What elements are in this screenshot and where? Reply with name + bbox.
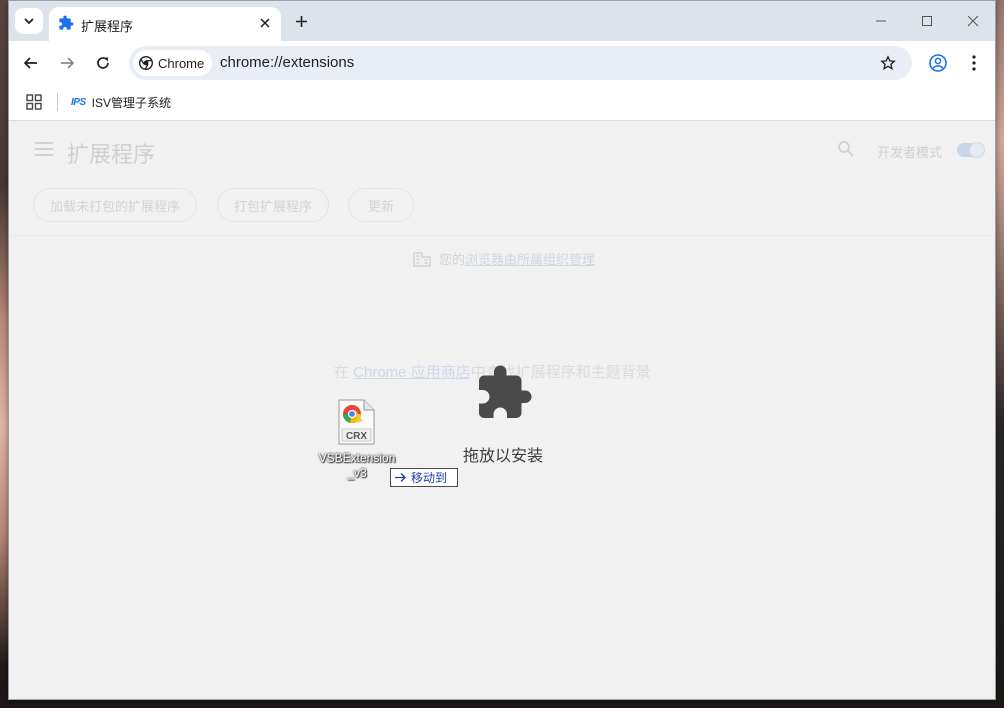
plus-icon	[295, 15, 307, 27]
drop-puzzle-icon	[479, 365, 532, 418]
load-unpacked-button[interactable]: 加载未打包的扩展程序	[33, 188, 197, 222]
bookmark-label: ISV管理子系统	[91, 96, 171, 110]
url-text[interactable]: chrome://extensions	[220, 54, 354, 71]
arrow-right-icon	[395, 473, 406, 482]
bookmark-star-button[interactable]	[878, 53, 898, 73]
tab-extensions[interactable]: 扩展程序	[49, 7, 281, 41]
bookmark-isv[interactable]: IPS ISV管理子系统	[71, 94, 171, 111]
managed-link[interactable]: 浏览器由所属组织管理	[465, 252, 595, 267]
maximize-button[interactable]	[904, 1, 950, 41]
close-icon	[967, 15, 979, 27]
address-bar[interactable]: Chrome chrome://extensions	[129, 46, 912, 80]
arrow-right-icon	[61, 57, 75, 69]
account-circle-icon	[929, 54, 947, 72]
move-to-label: 移动到	[411, 471, 448, 485]
update-button[interactable]: 更新	[348, 188, 414, 222]
tab-strip: 扩展程序	[9, 1, 995, 41]
search-icon[interactable]	[837, 140, 855, 158]
developer-mode-toggle[interactable]	[957, 142, 985, 158]
maximize-icon	[922, 16, 932, 26]
close-tab-icon[interactable]	[257, 15, 273, 31]
pack-extension-button[interactable]: 打包扩展程序	[217, 188, 329, 222]
tab-search-button[interactable]	[15, 8, 43, 34]
reload-button[interactable]	[92, 52, 114, 74]
forward-button[interactable]	[56, 52, 78, 74]
crx-badge: CRX	[346, 431, 367, 442]
header-divider	[9, 235, 995, 236]
apps-grid-icon[interactable]	[25, 93, 43, 111]
ips-logo-icon: IPS	[71, 97, 86, 108]
back-button[interactable]	[20, 52, 42, 74]
profile-button[interactable]	[927, 52, 949, 74]
puzzle-icon	[59, 15, 74, 30]
bookmarks-bar: IPS ISV管理子系统	[9, 87, 995, 121]
chevron-down-icon	[24, 18, 34, 25]
site-info-chip[interactable]: Chrome	[133, 50, 213, 76]
arrow-left-icon	[23, 57, 37, 69]
managed-prefix: 您的	[439, 252, 466, 267]
toolbar: Chrome chrome://extensions	[9, 41, 995, 87]
page-title: 扩展程序	[67, 142, 156, 167]
minimize-icon	[876, 20, 886, 22]
menu-button[interactable]	[963, 52, 985, 74]
crx-file-icon[interactable]: CRX	[337, 399, 375, 445]
developer-mode-label: 开发者模式	[877, 145, 943, 160]
toggle-knob	[969, 142, 985, 158]
minimize-button[interactable]	[858, 1, 904, 41]
close-window-button[interactable]	[950, 1, 995, 41]
managed-notice: 您的浏览器由所属组织管理	[413, 249, 595, 268]
reload-icon	[97, 57, 109, 69]
drop-to-install-label: 拖放以安装	[463, 448, 544, 465]
more-vertical-icon	[972, 55, 976, 71]
chrome-icon	[139, 56, 153, 70]
building-icon	[413, 251, 431, 267]
crx-file-name: VSBExtension_v3	[318, 451, 396, 480]
new-tab-button[interactable]	[291, 11, 311, 31]
chip-label: Chrome	[158, 55, 205, 71]
extensions-page: 扩展程序 开发者模式 加载未打包的扩展程序 打包扩展程序 更新 您的浏览器由所属…	[9, 121, 995, 699]
store-prefix: 在	[334, 364, 354, 381]
star-icon	[880, 55, 896, 70]
hamburger-menu-icon[interactable]	[35, 142, 53, 156]
move-to-tooltip: 移动到	[390, 468, 458, 487]
web-store-link[interactable]: Chrome 应用商店	[353, 364, 471, 381]
tab-title: 扩展程序	[81, 19, 134, 34]
browser-window: 扩展程序 Chrome chrome://extensions IPS ISV管…	[8, 0, 996, 700]
bookmarks-separator	[57, 93, 58, 111]
